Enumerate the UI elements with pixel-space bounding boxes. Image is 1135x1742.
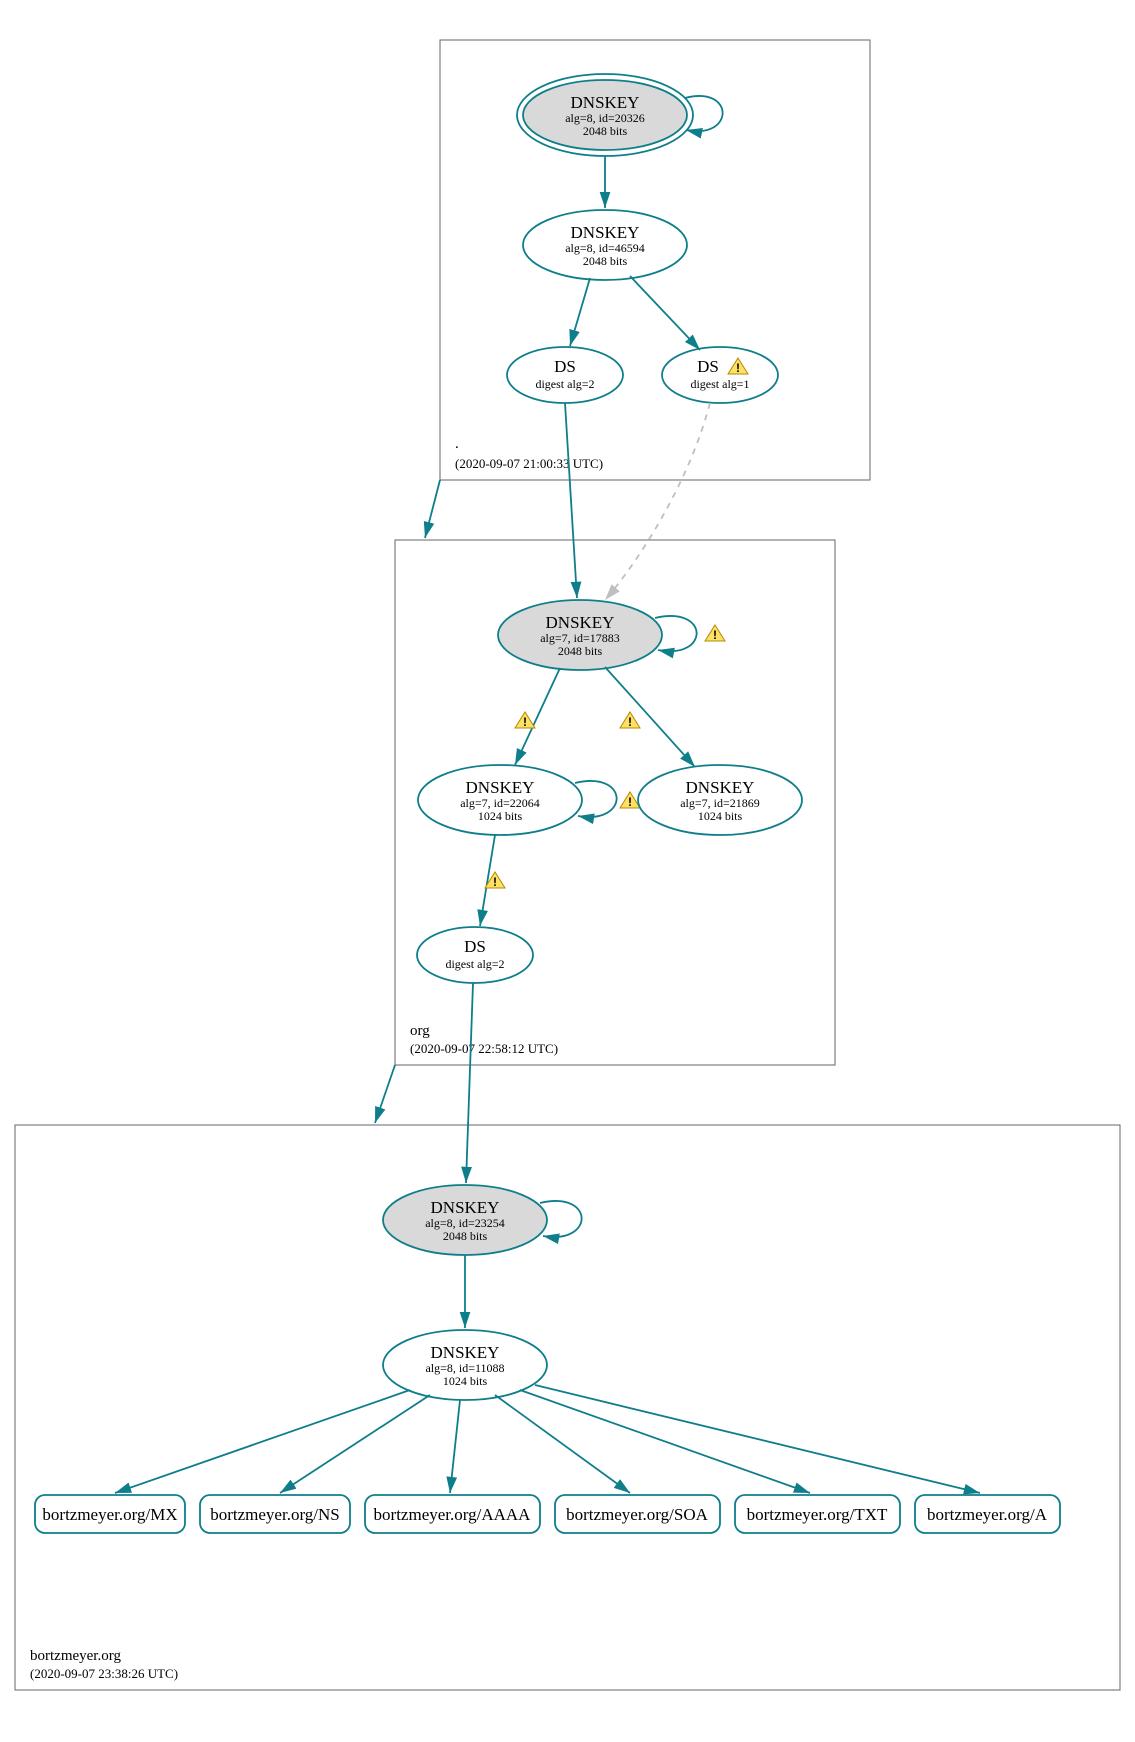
svg-text:bortzmeyer.org/SOA: bortzmeyer.org/SOA [566,1505,709,1524]
svg-text:DS: DS [464,937,486,956]
svg-text:digest alg=2: digest alg=2 [535,377,594,391]
svg-text:DNSKEY: DNSKEY [466,778,535,797]
edge-ds2-orgksk [605,403,710,600]
svg-text:alg=7, id=17883: alg=7, id=17883 [540,631,620,645]
svg-text:!: ! [493,875,497,889]
svg-text:digest alg=2: digest alg=2 [445,957,504,971]
svg-text:2048 bits: 2048 bits [583,254,628,268]
svg-text:!: ! [713,628,717,642]
edge-zsk-a [535,1385,980,1493]
rrset-a: bortzmeyer.org/A [915,1495,1060,1533]
rrset-mx: bortzmeyer.org/MX [35,1495,185,1533]
svg-text:DNSKEY: DNSKEY [431,1198,500,1217]
zone-org-timestamp: (2020-09-07 22:58:12 UTC) [410,1041,558,1056]
svg-text:DNSKEY: DNSKEY [431,1343,500,1362]
node-bortz-zsk: DNSKEY alg=8, id=11088 1024 bits [383,1330,547,1400]
edge-zsk-mx [115,1390,410,1493]
svg-text:alg=7, id=22064: alg=7, id=22064 [460,796,540,810]
svg-text:DNSKEY: DNSKEY [546,613,615,632]
svg-text:2048 bits: 2048 bits [583,124,628,138]
edge-zsk-aaaa [450,1400,460,1493]
zone-bortz-timestamp: (2020-09-07 23:38:26 UTC) [30,1666,178,1681]
node-root-ds2: DS digest alg=1 ! [662,347,778,403]
zone-bortz-name: bortzmeyer.org [30,1648,121,1664]
warning-icon: ! [705,625,725,642]
warning-icon: ! [515,712,535,729]
svg-text:!: ! [628,795,632,809]
rrset-ns: bortzmeyer.org/NS [200,1495,350,1533]
svg-text:!: ! [523,715,527,729]
svg-text:bortzmeyer.org/NS: bortzmeyer.org/NS [210,1505,340,1524]
zone-root-name: . [455,436,459,452]
edge-orgksk-zsk2 [605,667,695,767]
edge-zsk-soa [495,1395,630,1493]
edge-root-zsk-ds1 [570,278,590,346]
node-bortz-ksk: DNSKEY alg=8, id=23254 2048 bits [383,1185,547,1255]
rrset-aaaa: bortzmeyer.org/AAAA [365,1495,540,1533]
warning-icon: ! [620,712,640,729]
zone-org-name: org [410,1023,430,1039]
warning-icon: ! [620,792,640,809]
svg-text:1024 bits: 1024 bits [478,809,523,823]
svg-text:DS: DS [554,357,576,376]
edge-root-zsk-ds2 [630,276,700,350]
node-root-zsk: DNSKEY alg=8, id=46594 2048 bits [523,210,687,280]
svg-text:bortzmeyer.org/AAAA: bortzmeyer.org/AAAA [374,1505,532,1524]
zone-root-timestamp: (2020-09-07 21:00:33 UTC) [455,456,603,471]
node-org-ds: DS digest alg=2 [417,927,533,983]
svg-text:alg=8, id=23254: alg=8, id=23254 [425,1216,505,1230]
rrset-txt: bortzmeyer.org/TXT [735,1495,900,1533]
node-root-ds1: DS digest alg=2 [507,347,623,403]
edge-zone-org-bortz [375,1065,395,1123]
edge-zone-root-org [425,480,440,538]
dnssec-graph: . (2020-09-07 21:00:33 UTC) DNSKEY alg=8… [0,0,1135,1742]
node-org-zsk1: DNSKEY alg=7, id=22064 1024 bits [418,765,582,835]
svg-text:bortzmeyer.org/TXT: bortzmeyer.org/TXT [747,1505,888,1524]
svg-text:2048 bits: 2048 bits [558,644,603,658]
node-org-ksk: DNSKEY alg=7, id=17883 2048 bits [498,600,662,670]
svg-text:DS: DS [697,357,719,376]
svg-text:1024 bits: 1024 bits [443,1374,488,1388]
svg-text:alg=8, id=46594: alg=8, id=46594 [565,241,645,255]
svg-text:bortzmeyer.org/A: bortzmeyer.org/A [927,1505,1048,1524]
svg-text:alg=8, id=20326: alg=8, id=20326 [565,111,645,125]
svg-text:DNSKEY: DNSKEY [571,93,640,112]
svg-text:alg=7, id=21869: alg=7, id=21869 [680,796,760,810]
svg-text:DNSKEY: DNSKEY [571,223,640,242]
svg-text:2048 bits: 2048 bits [443,1229,488,1243]
svg-text:DNSKEY: DNSKEY [686,778,755,797]
rrset-soa: bortzmeyer.org/SOA [555,1495,720,1533]
svg-text:1024 bits: 1024 bits [698,809,743,823]
svg-text:!: ! [628,715,632,729]
node-org-zsk2: DNSKEY alg=7, id=21869 1024 bits [638,765,802,835]
edge-orgds-bortzksk [466,983,473,1183]
node-root-ksk: DNSKEY alg=8, id=20326 2048 bits [517,74,693,156]
svg-text:alg=8, id=11088: alg=8, id=11088 [425,1361,504,1375]
svg-text:!: ! [736,361,740,375]
edge-ds1-orgksk [565,403,577,598]
svg-text:bortzmeyer.org/MX: bortzmeyer.org/MX [42,1505,177,1524]
svg-text:digest alg=1: digest alg=1 [690,377,749,391]
